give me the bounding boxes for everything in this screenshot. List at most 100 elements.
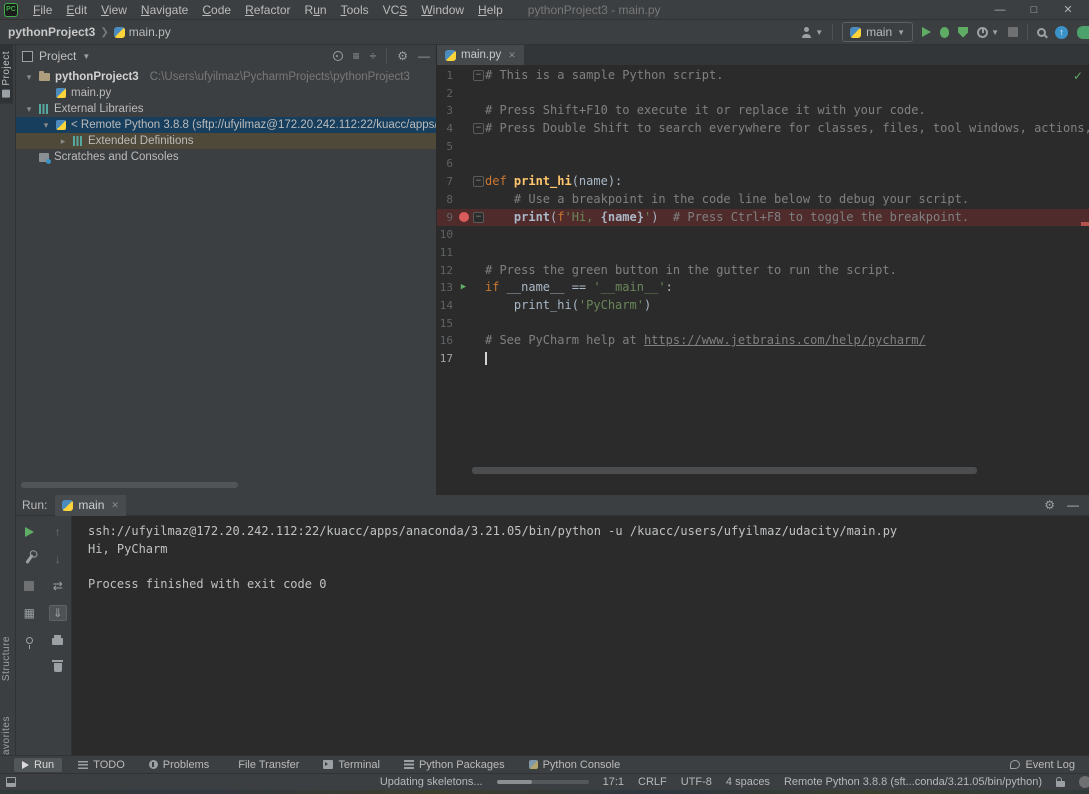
line-number[interactable]: 10 — [437, 226, 455, 244]
search-everywhere-button[interactable] — [1037, 28, 1046, 37]
indent-widget[interactable]: 4 spaces — [726, 776, 770, 788]
tree-item-extended-definitions[interactable]: ▸Extended Definitions — [16, 133, 436, 149]
menu-run[interactable]: Run — [298, 1, 334, 19]
line-number[interactable]: 15 — [437, 315, 455, 333]
line-number[interactable]: 6 — [437, 155, 455, 173]
run-console[interactable]: ssh://ufyilmaz@172.20.242.112:22/kuacc/a… — [72, 516, 1089, 755]
menu-navigate[interactable]: Navigate — [134, 1, 195, 19]
line-number[interactable]: 11 — [437, 244, 455, 262]
code-line-13[interactable]: 13▶if __name__ == '__main__': — [437, 279, 1089, 297]
code-line-4[interactable]: 4# Press Double Shift to search everywhe… — [437, 120, 1089, 138]
code-area[interactable]: 1# This is a sample Python script.23# Pr… — [437, 65, 1089, 475]
code-line-3[interactable]: 3# Press Shift+F10 to execute it or repl… — [437, 102, 1089, 120]
toolwindow-tab-problems[interactable]: Problems — [141, 758, 217, 772]
background-task-progressbar[interactable] — [497, 780, 589, 784]
stop-button[interactable] — [1008, 27, 1018, 37]
toolwindow-tab-python-console[interactable]: Python Console — [521, 758, 629, 772]
toolwindow-tab-file-transfer[interactable]: File Transfer — [225, 758, 307, 772]
line-number[interactable]: 14 — [437, 297, 455, 315]
debug-button[interactable] — [940, 27, 949, 38]
line-number[interactable]: 12 — [437, 262, 455, 280]
rerun-button[interactable] — [20, 524, 38, 540]
toolwindow-tab-python-packages[interactable]: Python Packages — [396, 758, 513, 772]
code-line-12[interactable]: 12# Press the green button in the gutter… — [437, 262, 1089, 280]
clipped-toolbar-icon[interactable] — [1077, 26, 1089, 39]
code-line-8[interactable]: 8 # Use a breakpoint in the code line be… — [437, 191, 1089, 209]
line-number[interactable]: 2 — [437, 85, 455, 103]
edit-configuration-button[interactable] — [20, 551, 38, 567]
up-stack-trace-button[interactable]: ↑ — [49, 524, 67, 540]
editor-horizontal-scrollbar[interactable] — [472, 467, 977, 474]
profiler-button[interactable]: ▼ — [977, 27, 999, 38]
fold-marker-icon[interactable] — [472, 120, 485, 138]
run-tab-main[interactable]: main ✕ — [55, 495, 126, 516]
print-button[interactable] — [49, 632, 67, 648]
code-line-7[interactable]: 7def print_hi(name): — [437, 173, 1089, 191]
line-number[interactable]: 17 — [437, 350, 455, 368]
line-number[interactable]: 8 — [437, 191, 455, 209]
minimize-button[interactable]: — — [983, 1, 1017, 19]
fold-marker-icon[interactable] — [472, 67, 485, 85]
update-available-icon[interactable]: ↑ — [1055, 26, 1068, 39]
menu-refactor[interactable]: Refactor — [238, 1, 297, 19]
line-number[interactable]: 7 — [437, 173, 455, 191]
line-number[interactable]: 13 — [437, 279, 455, 297]
close-button[interactable]: ✕ — [1051, 1, 1085, 19]
gear-icon[interactable]: ⚙ — [1044, 499, 1055, 511]
tool-window-tab-project[interactable]: Project — [0, 45, 13, 104]
code-line-16[interactable]: 16# See PyCharm help at https://www.jetb… — [437, 332, 1089, 350]
menu-tools[interactable]: Tools — [334, 1, 376, 19]
menu-window[interactable]: Window — [414, 1, 471, 19]
breadcrumb-file[interactable]: main.py — [129, 25, 171, 39]
code-line-6[interactable]: 6 — [437, 155, 1089, 173]
expander-icon[interactable]: ▸ — [58, 133, 68, 149]
hide-panel-button[interactable]: — — [1067, 498, 1079, 512]
error-stripe-mark[interactable] — [1081, 222, 1089, 226]
tree-item-pythonproject3[interactable]: ▾pythonProject3C:\Users\ufyilmaz\Pycharm… — [16, 69, 436, 85]
expand-all-button[interactable]: ≡ — [353, 49, 360, 63]
project-horizontal-scrollbar[interactable] — [21, 482, 238, 488]
line-number[interactable]: 4 — [437, 120, 455, 138]
write-access-lock-icon[interactable] — [1056, 781, 1065, 787]
tree-item-main-py[interactable]: main.py — [16, 85, 436, 101]
line-number[interactable]: 9 — [437, 209, 455, 227]
breakpoint-icon[interactable] — [459, 212, 469, 222]
gear-icon[interactable]: ⚙ — [397, 50, 408, 62]
fold-marker-icon[interactable] — [472, 173, 485, 191]
soft-wrap-button[interactable]: ⇄ — [49, 578, 67, 594]
code-line-14[interactable]: 14 print_hi('PyCharm') — [437, 297, 1089, 315]
code-line-9[interactable]: 9 print(f'Hi, {name}') # Press Ctrl+F8 t… — [437, 209, 1089, 227]
code-line-11[interactable]: 11 — [437, 244, 1089, 262]
project-view-title[interactable]: Project — [39, 49, 76, 63]
code-line-2[interactable]: 2 — [437, 85, 1089, 103]
scroll-to-end-button[interactable]: ⇓ — [49, 605, 67, 621]
menu-view[interactable]: View — [94, 1, 134, 19]
line-number[interactable]: 16 — [437, 332, 455, 350]
close-icon[interactable]: ✕ — [111, 500, 119, 511]
tool-window-tab-structure[interactable]: Structure — [0, 630, 13, 687]
line-number[interactable]: 3 — [437, 102, 455, 120]
collapse-all-button[interactable]: ÷ — [370, 49, 377, 63]
pin-tab-button[interactable] — [20, 632, 38, 648]
interpreter-widget[interactable]: Remote Python 3.8.8 (sft...conda/3.21.05… — [784, 776, 1042, 788]
tree-item-external-libraries[interactable]: ▾External Libraries — [16, 101, 436, 117]
code-line-1[interactable]: 1# This is a sample Python script. — [437, 67, 1089, 85]
toolwindow-tab-todo[interactable]: TODO — [70, 758, 133, 772]
run-configuration-select[interactable]: main ▼ — [842, 22, 913, 42]
menu-edit[interactable]: Edit — [59, 1, 94, 19]
breadcrumb-project[interactable]: pythonProject3 — [8, 25, 95, 39]
code-line-10[interactable]: 10 — [437, 226, 1089, 244]
caret-position-widget[interactable]: 17:1 — [603, 776, 624, 788]
fold-marker-icon[interactable] — [472, 209, 485, 227]
code-line-5[interactable]: 5 — [437, 138, 1089, 156]
line-number[interactable]: 5 — [437, 138, 455, 156]
stop-button[interactable] — [20, 578, 38, 594]
hide-panel-button[interactable]: — — [418, 49, 430, 63]
toolwindow-tab-terminal[interactable]: Terminal — [315, 758, 388, 772]
tree-item-remote-python-3-8-8-sftp-ufy[interactable]: ▾< Remote Python 3.8.8 (sftp://ufyilmaz@… — [16, 117, 436, 133]
clear-all-button[interactable] — [49, 659, 67, 675]
code-with-me-button[interactable]: ▼ — [801, 27, 823, 38]
expander-icon[interactable]: ▾ — [24, 101, 34, 117]
menu-vcs[interactable]: VCS — [376, 1, 415, 19]
menu-help[interactable]: Help — [471, 1, 510, 19]
